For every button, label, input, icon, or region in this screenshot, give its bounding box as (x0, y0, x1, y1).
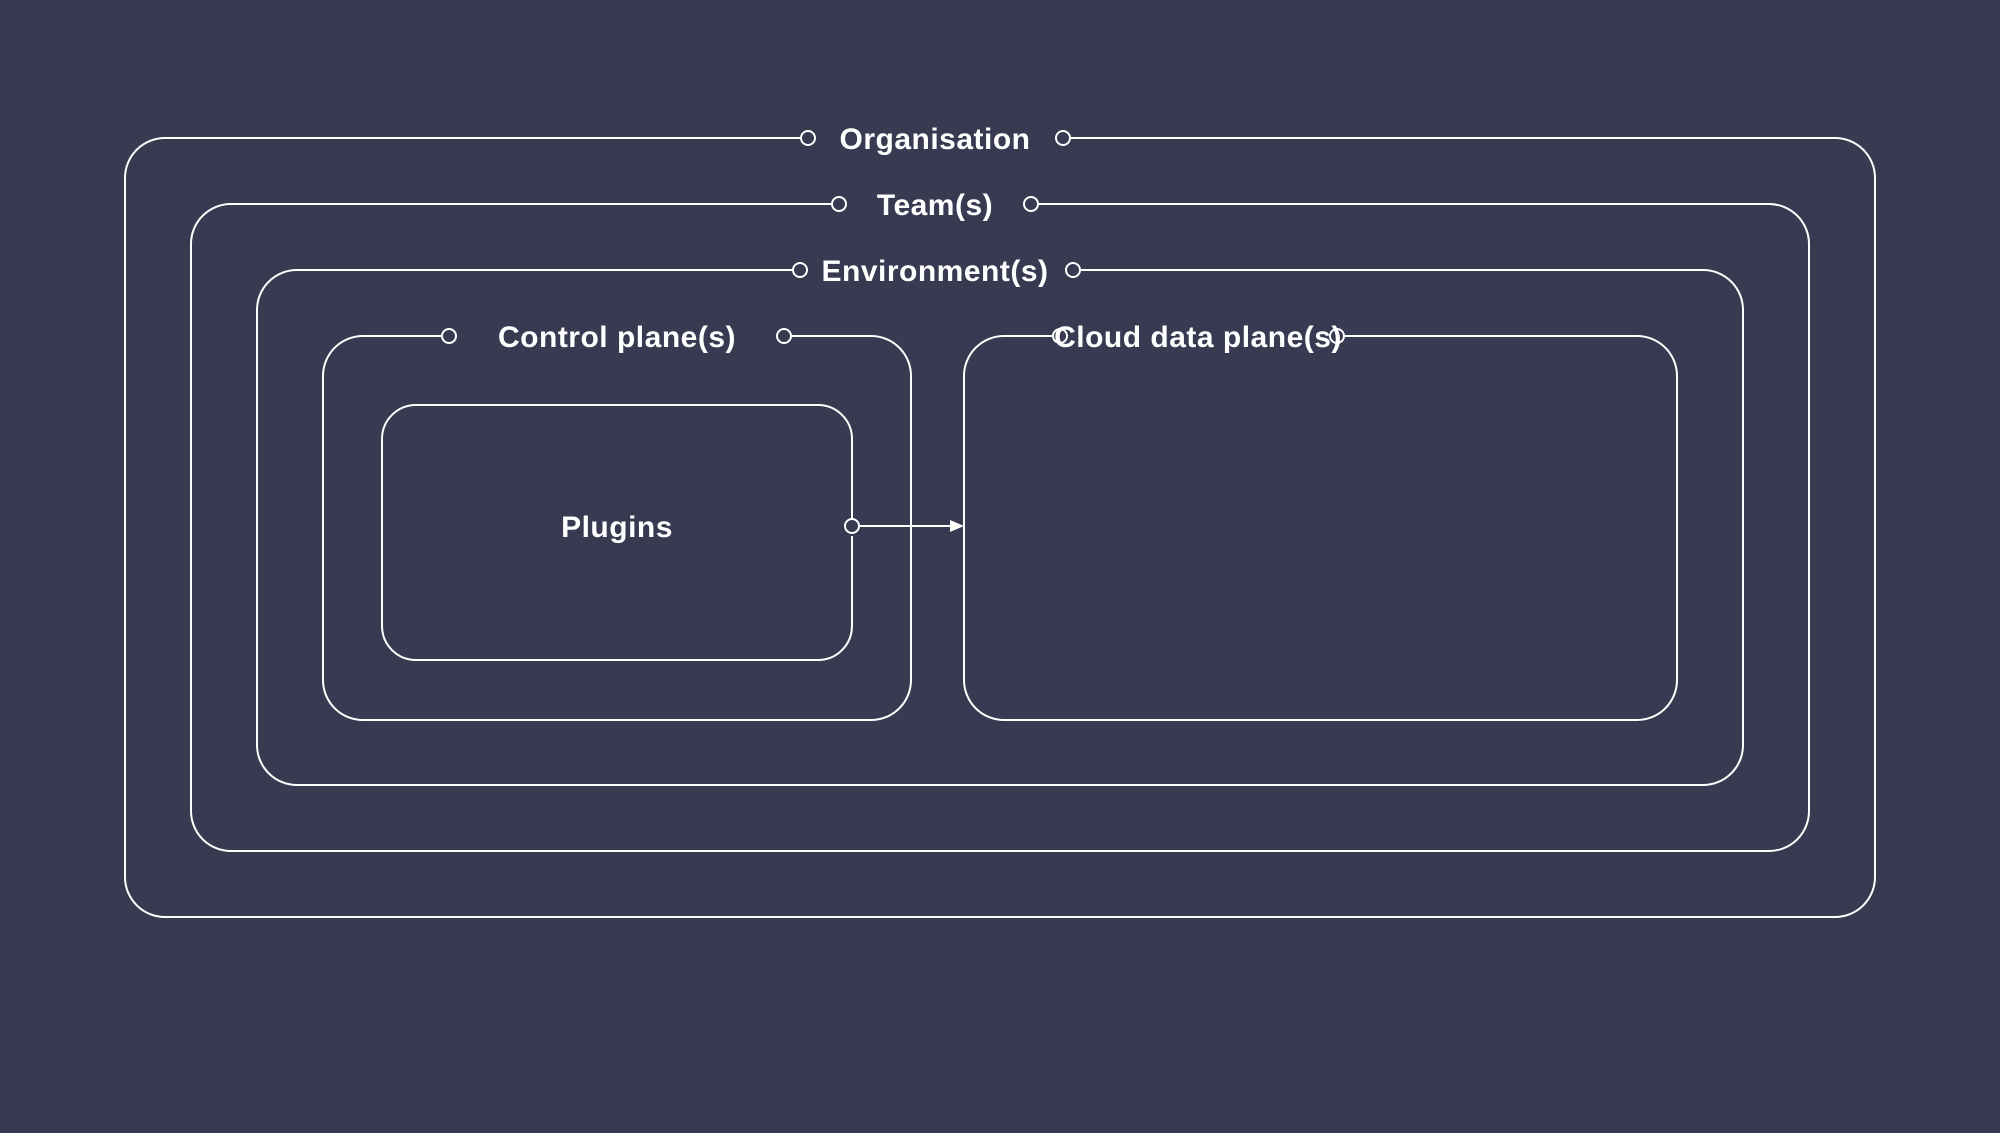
organisation-box: Organisation (125, 123, 1875, 917)
plugins-label: Plugins (561, 511, 673, 544)
teams-box: Team(s) (191, 189, 1809, 851)
environments-label: Environment(s) (821, 255, 1048, 288)
architecture-diagram: Organisation Team(s) Environment(s) Cont… (0, 0, 2000, 1133)
organisation-label: Organisation (839, 123, 1030, 156)
data-plane-label: Cloud data plane(s) (1054, 321, 1342, 354)
environments-box: Environment(s) (257, 255, 1743, 785)
control-plane-label: Control plane(s) (498, 321, 736, 354)
data-plane-box: Cloud data plane(s) (964, 321, 1677, 720)
teams-label: Team(s) (877, 189, 993, 222)
plugins-box: Plugins (382, 405, 859, 660)
